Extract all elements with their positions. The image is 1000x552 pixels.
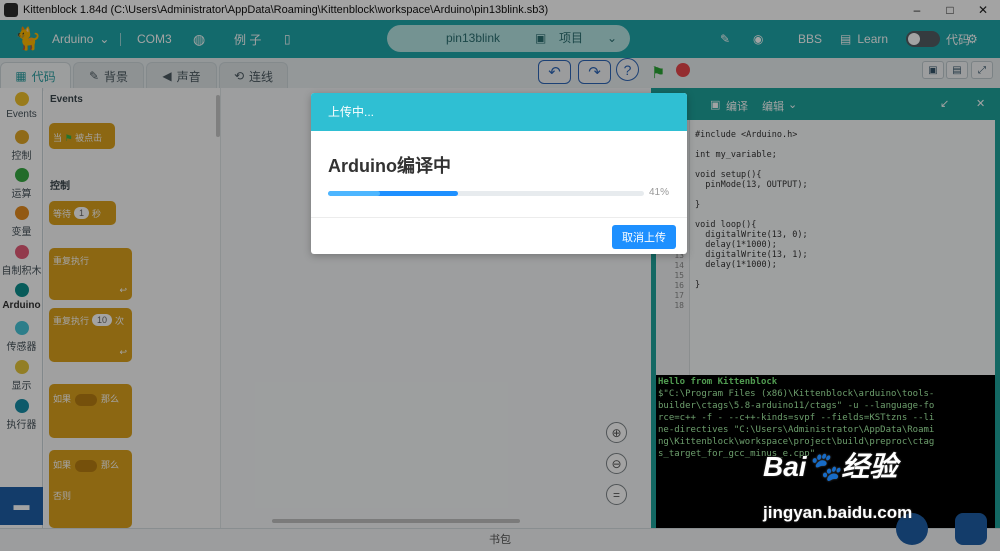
dialog-title: Arduino编译中 — [328, 156, 451, 176]
progress-percent: 41% — [649, 187, 670, 198]
watermark-main: Bai🐾经验 — [763, 451, 898, 482]
cancel-upload-button[interactable]: 取消上传 — [612, 225, 676, 249]
dialog-divider — [311, 217, 687, 218]
upload-dialog: 上传中... Arduino编译中 41% 取消上传 — [311, 93, 687, 254]
progress-highlight — [328, 191, 380, 196]
upload-progress-bar — [328, 191, 644, 196]
baidu-jingyan-watermark: Bai🐾经验 jingyan.baidu.com — [763, 445, 963, 535]
dialog-header: 上传中... — [311, 93, 687, 131]
watermark-url: jingyan.baidu.com — [763, 503, 913, 522]
